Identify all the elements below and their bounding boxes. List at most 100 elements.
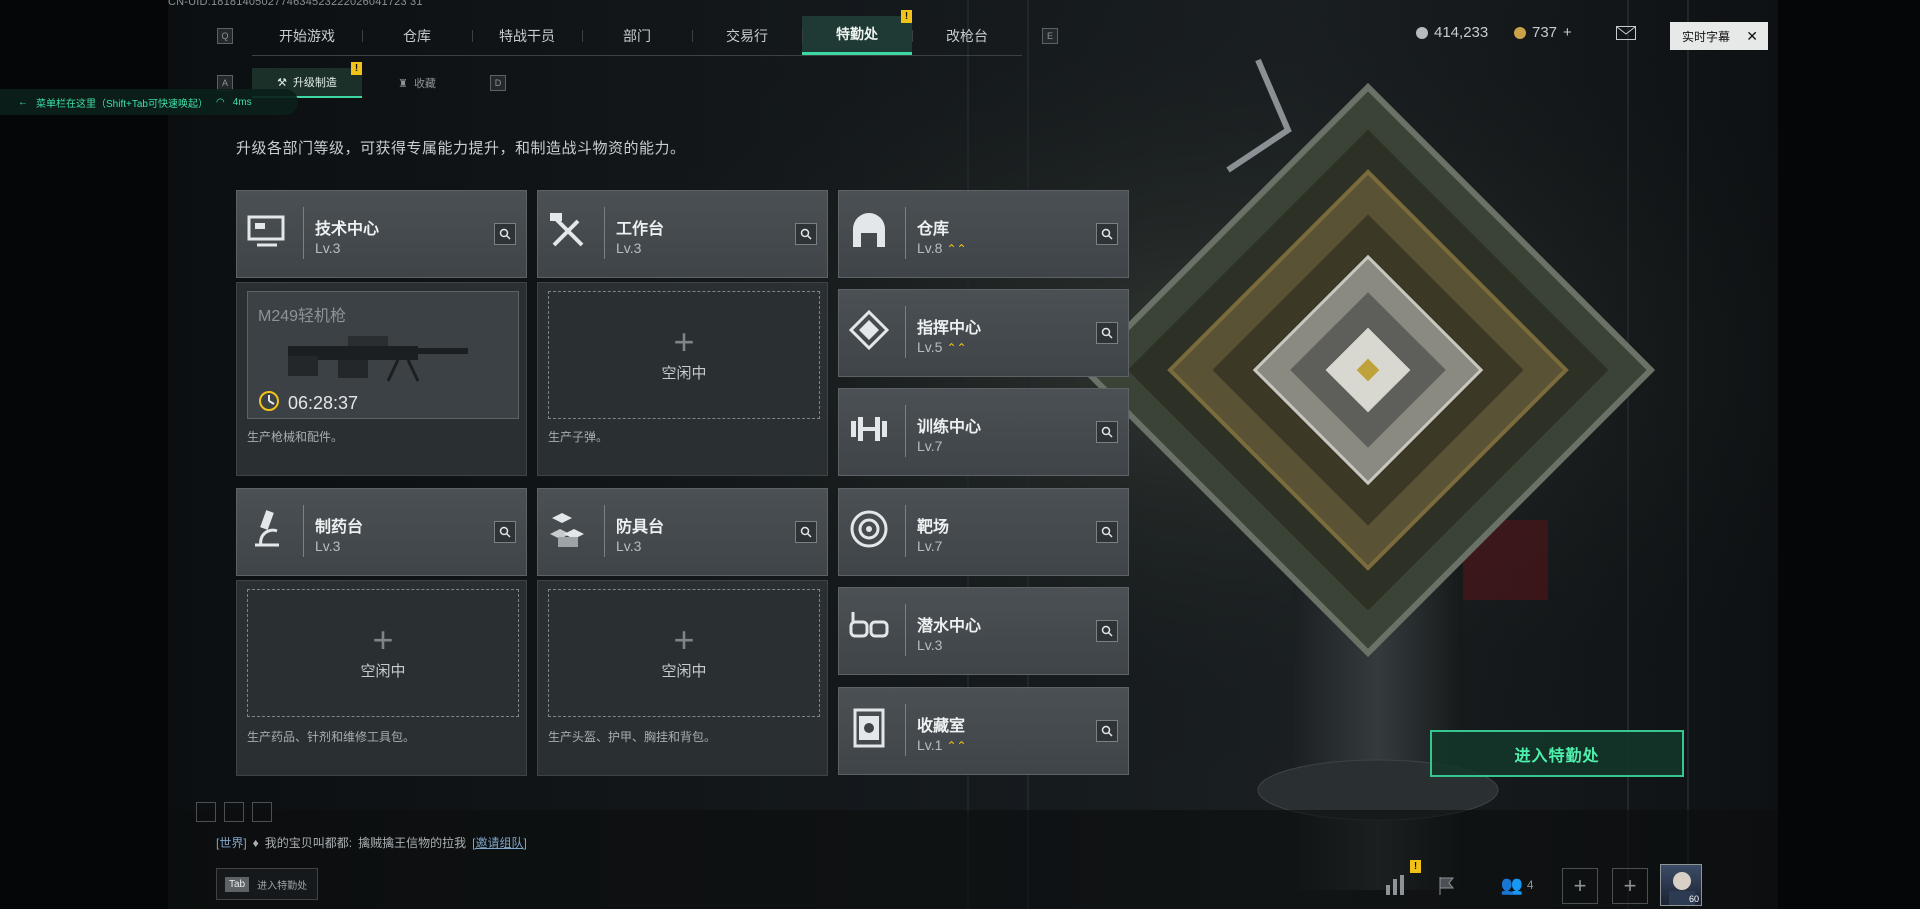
production-panel-workbench[interactable]: + 空闲中 生产子弹。 <box>537 282 828 476</box>
add-gold-button[interactable]: + <box>1563 24 1572 41</box>
dept-card-tech-center[interactable]: 技术中心 Lv.3 <box>236 190 527 278</box>
vault-icon <box>853 708 885 748</box>
chat-line[interactable]: [世界] ♦ 我的宝贝叫都都: 擒贼擒王信物的拉我 [邀请组队] <box>216 834 527 851</box>
player-avatar[interactable]: 60 <box>1660 864 1702 906</box>
production-panel-armor-bench[interactable]: + 空闲中 生产头盔、护甲、胸挂和背包。 <box>537 580 828 776</box>
tab-departments[interactable]: 部门 <box>582 16 692 55</box>
idle-slot[interactable]: + 空闲中 <box>548 589 820 717</box>
production-note: 生产子弹。 <box>548 430 609 444</box>
search-button[interactable] <box>1096 223 1118 245</box>
tab-operators[interactable]: 特战干员 <box>472 16 582 55</box>
craft-timer: 06:28:37 <box>288 393 359 413</box>
dept-card-warehouse[interactable]: 仓库 Lv.8 ⌃⌃ <box>838 190 1129 278</box>
invite-team-link[interactable]: [邀请组队] <box>472 834 527 851</box>
alert-badge: ! <box>351 62 362 75</box>
search-icon <box>499 526 511 538</box>
search-icon <box>499 228 511 240</box>
search-icon <box>800 228 812 240</box>
dept-card-shooting-range[interactable]: 靶场 Lv.7 <box>838 488 1129 576</box>
add-teammate-button[interactable]: + <box>1562 868 1598 904</box>
gold-coin-icon <box>1514 26 1526 39</box>
key-hint-q: Q <box>217 28 233 44</box>
chat-user: 我的宝贝叫都都: <box>264 836 353 850</box>
key-hint-e: E <box>1042 28 1058 44</box>
goggles-icon <box>849 612 889 638</box>
chat-message: 擒贼擒王信物的拉我 <box>358 836 467 850</box>
squad-button[interactable]: 👥 4 <box>1492 870 1542 900</box>
dept-level: Lv.8 ⌃⌃ <box>917 240 967 256</box>
search-button[interactable] <box>1096 421 1118 443</box>
search-button[interactable] <box>795 521 817 543</box>
monitor-icon <box>247 215 285 247</box>
enter-special-ops-button[interactable]: 进入特勤处 <box>1430 730 1684 777</box>
add-teammate-button[interactable]: + <box>1612 868 1648 904</box>
dept-level: Lv.7 <box>917 538 943 554</box>
tab-special-ops[interactable]: 特勤处 ! <box>802 10 912 55</box>
tab-gunsmith[interactable]: 改枪台 <box>912 16 1022 55</box>
decor-square <box>196 802 216 822</box>
uid-label: CN-UID:1818140502774634523222026041723 3… <box>168 0 423 8</box>
tab-warehouse[interactable]: 仓库 <box>362 16 472 55</box>
cubes-icon <box>550 513 584 547</box>
tab-trading[interactable]: 交易行 <box>692 16 802 55</box>
live-caption-button[interactable]: 实时字幕 ✕ <box>1670 22 1768 50</box>
target-icon <box>850 510 888 548</box>
search-icon <box>800 526 812 538</box>
flag-icon[interactable] <box>1432 870 1462 900</box>
dept-name: 训练中心 <box>917 419 982 436</box>
production-panel-pharmacy[interactable]: + 空闲中 生产药品、针剂和维修工具包。 <box>236 580 527 776</box>
wifi-icon: ◠ <box>215 96 225 108</box>
tab-start-game[interactable]: 开始游戏 <box>252 16 362 55</box>
upgrade-available-icon: ⌃⌃ <box>946 242 967 256</box>
production-note: 生产头盔、护甲、胸挂和背包。 <box>548 730 717 744</box>
dept-card-armor-bench[interactable]: 防具台 Lv.3 <box>537 488 828 576</box>
plus-icon: + <box>673 320 695 362</box>
search-button[interactable] <box>494 223 516 245</box>
dept-card-command-center[interactable]: 指挥中心 Lv.5 ⌃⌃ <box>838 289 1129 377</box>
search-button[interactable] <box>1096 620 1118 642</box>
search-button[interactable] <box>494 521 516 543</box>
search-icon <box>1101 426 1113 438</box>
dept-name: 仓库 <box>917 221 950 238</box>
tab-hint-button[interactable]: Tab 进入特勤处 <box>216 868 318 900</box>
search-icon <box>1101 725 1113 737</box>
mail-icon[interactable] <box>1616 26 1636 40</box>
subtab-collection[interactable]: ♜ 收藏 <box>362 68 472 98</box>
upgrade-available-icon: ⌃⌃ <box>946 341 967 355</box>
production-panel-tech-center[interactable]: M249轻机枪 06:28:37 生产枪械和配件。 <box>236 282 527 476</box>
idle-slot[interactable]: + 空闲中 <box>548 291 820 419</box>
chat-channel: [世界] <box>216 836 247 850</box>
timer-icon <box>259 391 279 411</box>
people-icon: 👥 <box>1500 874 1523 895</box>
dept-name: 制药台 <box>315 519 364 536</box>
page-description: 升级各部门等级，可获得专属能力提升，和制造战斗物资的能力。 <box>236 140 686 157</box>
microscope-icon <box>255 510 279 547</box>
dept-card-collection-room[interactable]: 收藏室 Lv.1 ⌃⌃ <box>838 687 1129 775</box>
stats-icon[interactable] <box>1380 870 1410 900</box>
idle-slot[interactable]: + 空闲中 <box>247 589 519 717</box>
dept-card-pharmacy[interactable]: 制药台 Lv.3 <box>236 488 527 576</box>
search-button[interactable] <box>1096 322 1118 344</box>
crafting-item[interactable]: M249轻机枪 06:28:37 <box>247 291 519 419</box>
decor-square <box>252 802 272 822</box>
gold-currency[interactable]: 737 + <box>1514 24 1572 41</box>
dept-card-diving-center[interactable]: 潜水中心 Lv.3 <box>838 587 1129 675</box>
trophy-icon: ♜ <box>398 77 408 90</box>
dept-card-training-center[interactable]: 训练中心 Lv.7 <box>838 388 1129 476</box>
menu-overlay-hint[interactable]: ← 菜单栏在这里（Shift+Tab可快速唤起） ◠ 4ms <box>0 89 298 115</box>
dept-level: Lv.3 <box>616 240 642 256</box>
dept-level: Lv.3 <box>616 538 642 554</box>
decor-square <box>224 802 244 822</box>
arrow-left-icon: ← <box>18 96 28 108</box>
tools-icon <box>550 213 584 247</box>
dumbbell-icon <box>851 417 887 441</box>
search-button[interactable] <box>1096 720 1118 742</box>
search-button[interactable] <box>795 223 817 245</box>
dept-name: 工作台 <box>616 221 665 238</box>
chat-avatar-icon: ♦ <box>252 835 259 850</box>
dept-card-workbench[interactable]: 工作台 Lv.3 <box>537 190 828 278</box>
dept-level: Lv.7 <box>917 438 943 454</box>
search-button[interactable] <box>1096 521 1118 543</box>
close-icon[interactable]: ✕ <box>1746 28 1758 45</box>
silver-currency[interactable]: 414,233 <box>1416 24 1488 41</box>
